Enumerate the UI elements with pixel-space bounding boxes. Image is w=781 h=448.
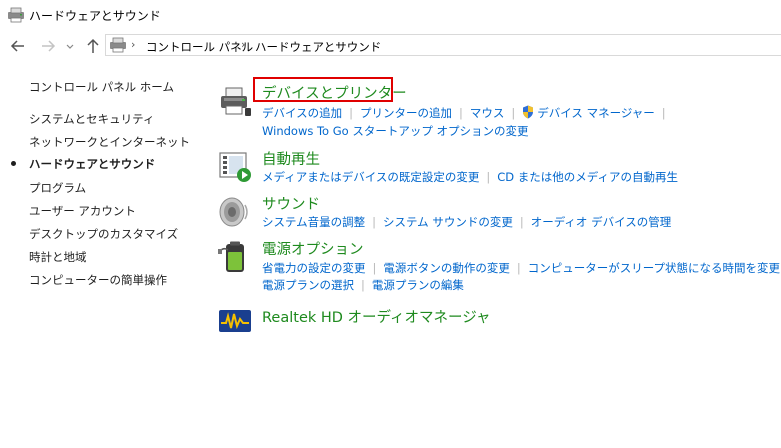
link-power-saving-settings[interactable]: 省電力の設定の変更 (262, 261, 366, 275)
realtek-audio-icon[interactable] (218, 309, 252, 333)
separator: | (372, 215, 377, 229)
sidebar-item-user-accounts[interactable]: ユーザー アカウント (29, 203, 136, 219)
printer-icon[interactable] (218, 86, 252, 118)
speaker-icon[interactable] (218, 196, 252, 228)
up-arrow-icon[interactable] (84, 37, 102, 55)
sidebar-item-clock-region[interactable]: 時計と地域 (29, 249, 87, 265)
separator: | (661, 106, 666, 120)
sidebar-item-ease-of-access[interactable]: コンピューターの簡単操作 (29, 272, 167, 288)
separator: | (519, 215, 524, 229)
separator: | (372, 261, 377, 275)
links-power-line1: 省電力の設定の変更 | 電源ボタンの動作の変更 | コンピューターがスリープ状態になる時… (262, 260, 780, 276)
links-devices-printers-line2: Windows To Go スタートアップ オプションの変更 (262, 123, 529, 139)
link-sleep-time[interactable]: コンピューターがスリープ状態になる時間を変更 (528, 261, 780, 275)
link-mouse[interactable]: マウス (470, 106, 505, 120)
link-add-printer[interactable]: プリンターの追加 (360, 106, 452, 120)
links-power-line2: 電源プランの選択 | 電源プランの編集 (262, 277, 464, 293)
battery-icon[interactable] (218, 241, 252, 275)
link-power-button-action[interactable]: 電源ボタンの動作の変更 (383, 261, 510, 275)
uac-shield-icon (523, 105, 534, 119)
title-bar: ハードウェアとサウンド (0, 0, 781, 30)
separator: | (516, 261, 521, 275)
sidebar-item-network-internet[interactable]: ネットワークとインターネット (29, 134, 190, 150)
breadcrumb-control-panel[interactable]: コントロール パネル (146, 39, 253, 55)
active-bullet-icon (11, 161, 16, 166)
breadcrumb-separator-icon[interactable]: › (241, 38, 245, 51)
separator: | (349, 106, 354, 120)
links-devices-printers-line1: デバイスの追加 | プリンターの追加 | マウス | デバイス マネージャー | (262, 105, 673, 121)
category-title-realtek-audio[interactable]: Realtek HD オーディオマネージャ (262, 306, 491, 327)
sidebar-item-programs[interactable]: プログラム (29, 180, 86, 196)
links-autoplay-line1: メディアまたはデバイスの既定設定の変更 | CD または他のメディアの自動再生 (262, 169, 678, 185)
link-device-manager[interactable]: デバイス マネージャー (537, 106, 655, 120)
separator: | (511, 106, 516, 120)
control-panel-icon (8, 7, 24, 23)
breadcrumb-hardware-sound[interactable]: ハードウェアとサウンド (255, 39, 381, 55)
link-change-system-sounds[interactable]: システム サウンドの変更 (383, 215, 513, 229)
recent-locations-chevron-icon[interactable] (64, 37, 76, 55)
autoplay-icon[interactable] (218, 151, 252, 183)
window-title: ハードウェアとサウンド (29, 9, 161, 23)
back-arrow-icon[interactable] (9, 37, 27, 55)
sidebar-item-system-security[interactable]: システムとセキュリティ (29, 111, 154, 127)
separator: | (459, 106, 463, 120)
category-title-power-options[interactable]: 電源オプション (262, 238, 364, 259)
sidebar-item-control-panel-home[interactable]: コントロール パネル ホーム (29, 79, 229, 95)
highlight-box (253, 77, 393, 102)
sidebar-item-hardware-sound[interactable]: ハードウェアとサウンド (29, 156, 155, 172)
address-bar[interactable]: › コントロール パネル › ハードウェアとサウンド (105, 34, 781, 56)
link-windows-to-go[interactable]: Windows To Go スタートアップ オプションの変更 (262, 124, 529, 138)
link-manage-audio-devices[interactable]: オーディオ デバイスの管理 (531, 215, 672, 229)
link-edit-power-plan[interactable]: 電源プランの編集 (372, 278, 464, 292)
links-sound-line1: システム音量の調整 | システム サウンドの変更 | オーディオ デバイスの管理 (262, 214, 671, 230)
control-panel-icon (110, 37, 126, 53)
link-add-device[interactable]: デバイスの追加 (262, 106, 342, 120)
link-default-media-settings[interactable]: メディアまたはデバイスの既定設定の変更 (262, 170, 479, 184)
separator: | (486, 170, 491, 184)
breadcrumb-separator-icon[interactable]: › (131, 38, 135, 51)
navigation-bar: › コントロール パネル › ハードウェアとサウンド (0, 33, 781, 59)
link-adjust-volume[interactable]: システム音量の調整 (262, 215, 365, 229)
link-cd-autoplay[interactable]: CD または他のメディアの自動再生 (497, 170, 678, 184)
category-title-autoplay[interactable]: 自動再生 (262, 148, 320, 169)
forward-arrow-icon[interactable] (39, 37, 57, 55)
separator: | (361, 278, 365, 292)
sidebar-item-appearance[interactable]: デスクトップのカスタマイズ (29, 226, 178, 242)
category-title-sound[interactable]: サウンド (262, 193, 320, 214)
link-choose-power-plan[interactable]: 電源プランの選択 (262, 278, 354, 292)
